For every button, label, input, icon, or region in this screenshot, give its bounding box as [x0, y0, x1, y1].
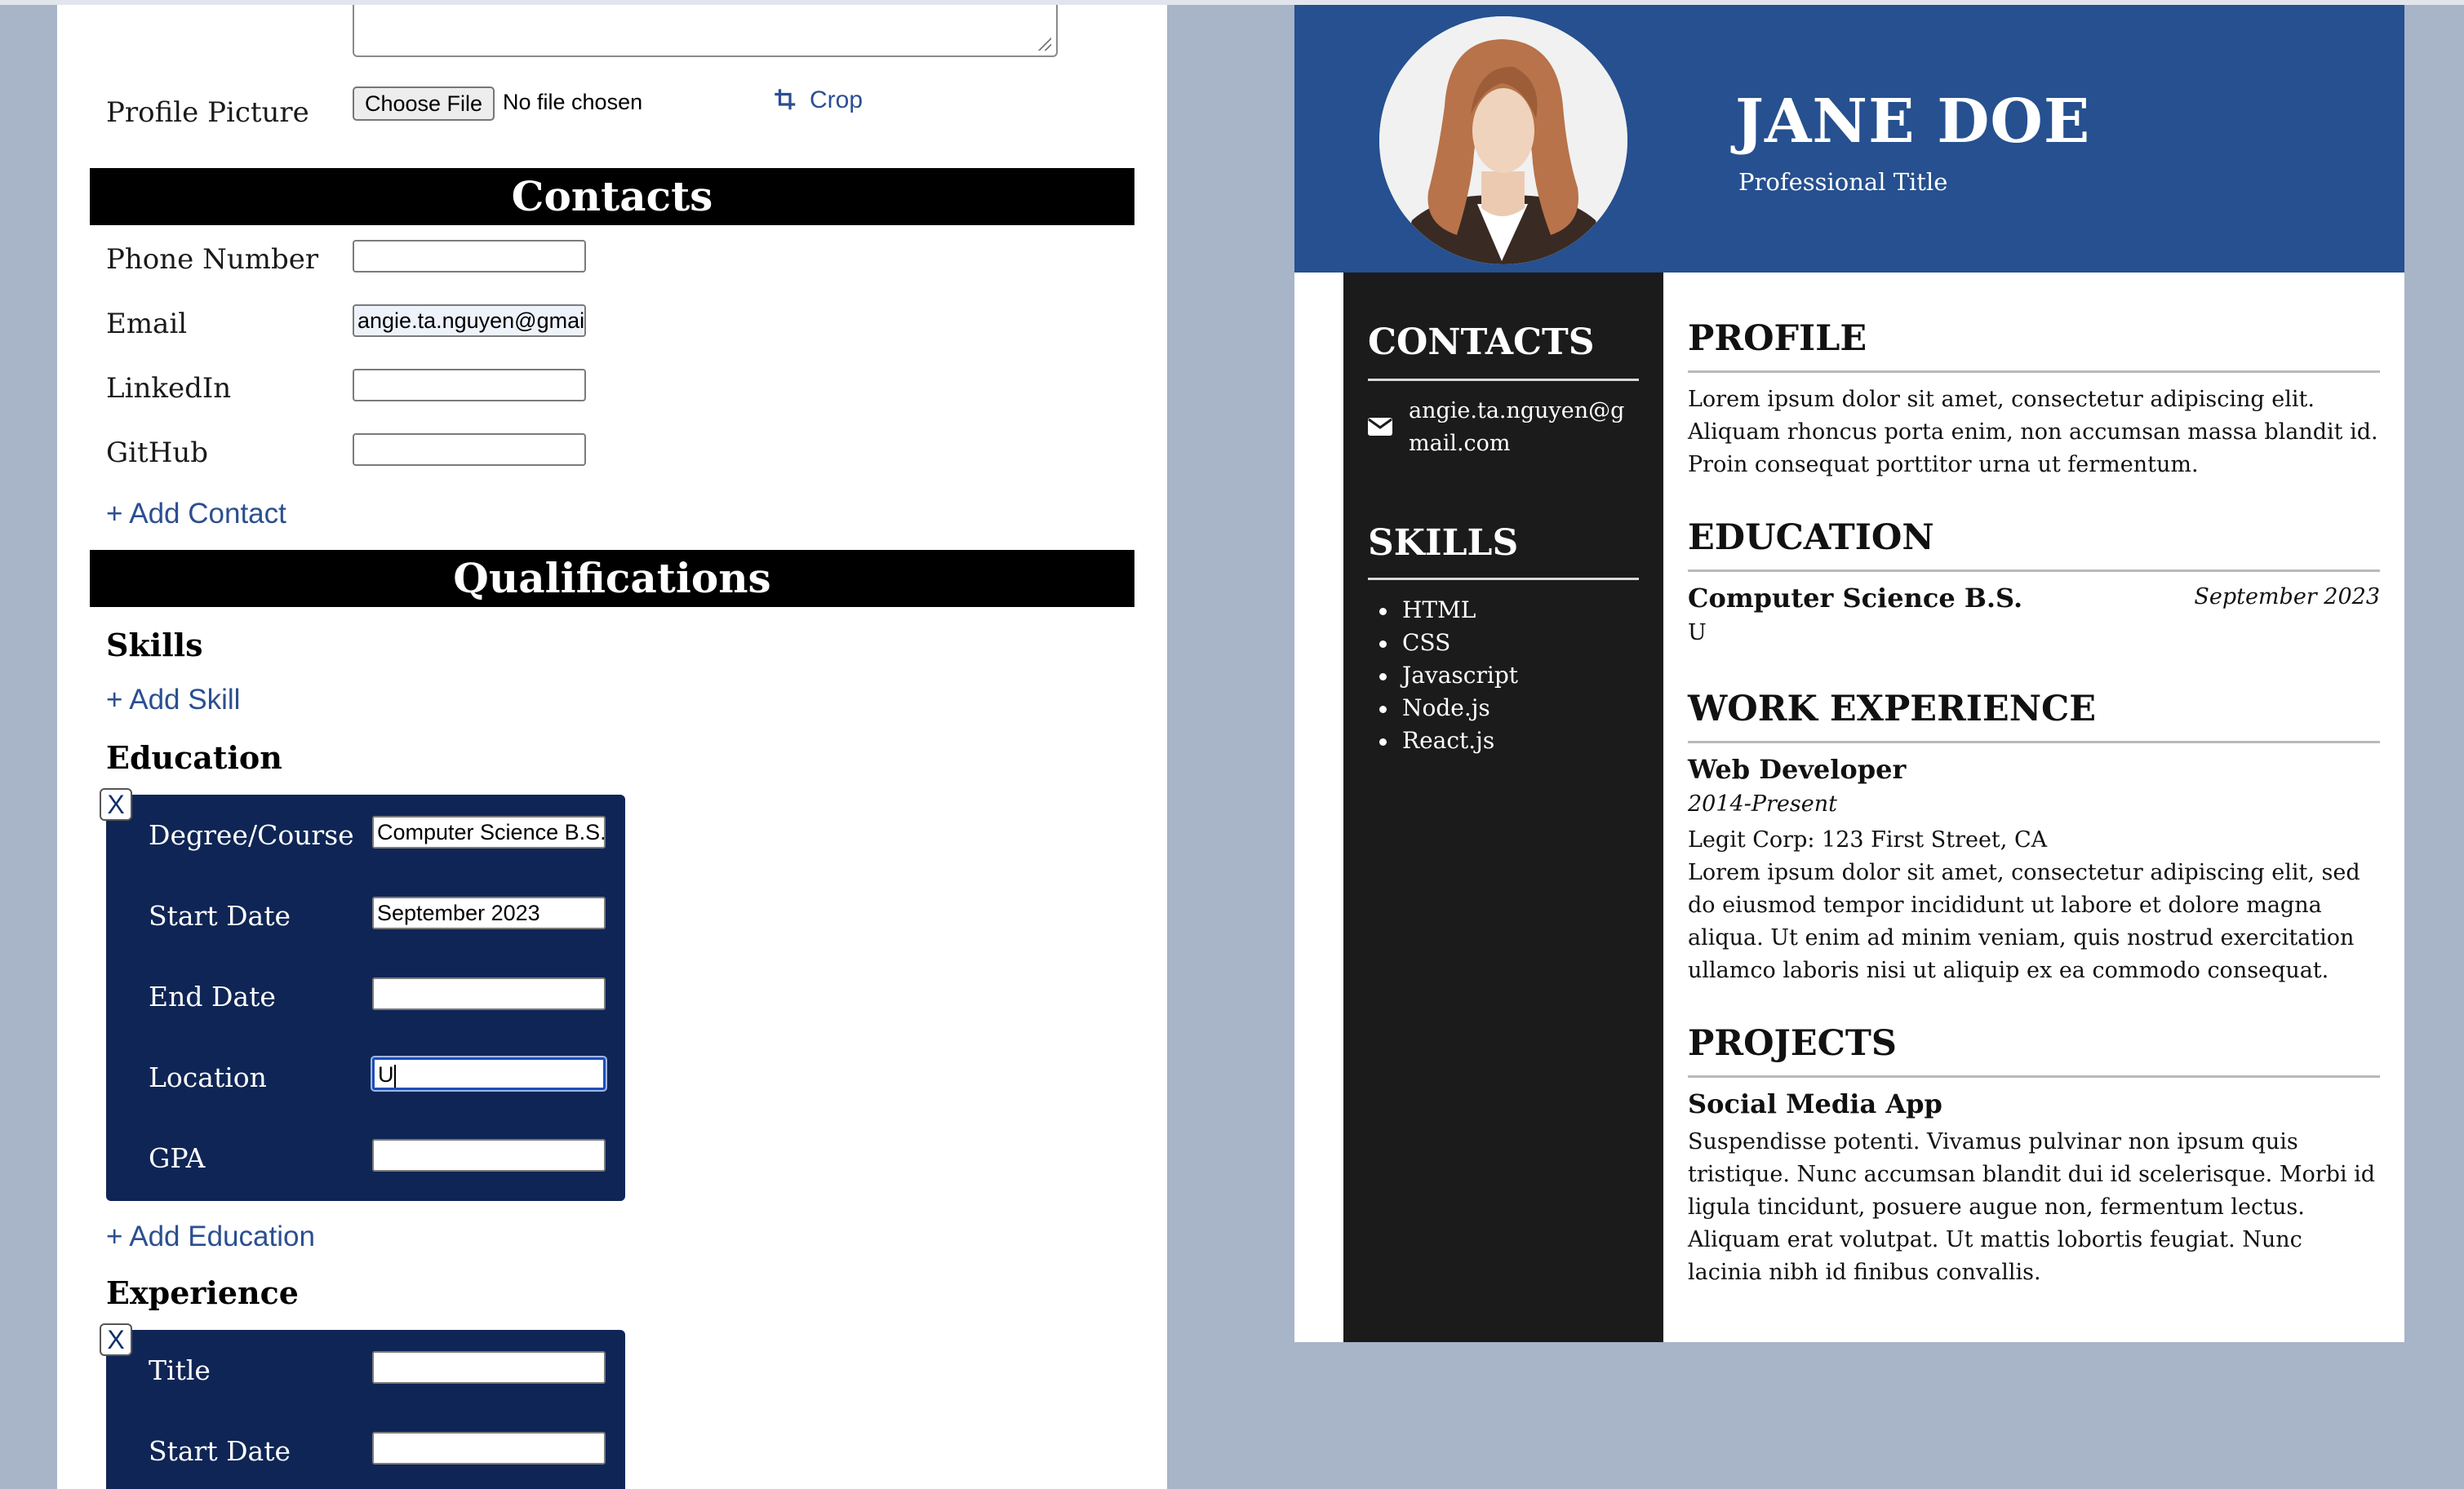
phone-number-label: Phone Number: [106, 243, 319, 276]
gpa-input[interactable]: [372, 1139, 606, 1172]
skills-heading: Skills: [106, 627, 203, 663]
envelope-icon: [1368, 418, 1392, 436]
job-title-label: Title: [149, 1354, 211, 1386]
add-contact-link[interactable]: + Add Contact: [106, 498, 286, 530]
project-name: Social Media App: [1688, 1088, 1942, 1119]
resize-handle-icon[interactable]: [1037, 36, 1051, 51]
list-item: Javascript: [1368, 659, 1518, 692]
linkedin-input[interactable]: [353, 369, 586, 401]
start-date-label: Start Date: [149, 900, 291, 932]
resume-header: JANE DOE Professional Title: [1294, 5, 2404, 273]
degree-label: Degree/Course: [149, 819, 354, 851]
contacts-section-heading: Contacts: [90, 168, 1134, 225]
experience-heading: Experience: [106, 1274, 299, 1311]
file-status-text: No file chosen: [503, 90, 643, 114]
crop-label: Crop: [810, 86, 864, 113]
summary-textarea[interactable]: [353, 5, 1058, 57]
education-entry-card: Degree/Course Computer Science B.S. Star…: [106, 795, 625, 1201]
sidebar-email: angie.ta.nguyen@gmail.com: [1409, 398, 1625, 456]
skills-list: HTML CSS Javascript Node.js React.js: [1368, 594, 1518, 757]
education-heading: Education: [106, 739, 282, 776]
divider: [1688, 569, 2380, 572]
list-item: CSS: [1368, 627, 1518, 659]
github-input[interactable]: [353, 433, 586, 466]
end-date-label: End Date: [149, 981, 276, 1013]
degree-input[interactable]: Computer Science B.S.: [372, 816, 606, 849]
profile-section-heading: PROFILE: [1688, 318, 1867, 359]
location-input-value: U: [378, 1062, 394, 1087]
profile-picture-label: Profile Picture: [106, 96, 309, 129]
sidebar-contacts-heading: CONTACTS: [1368, 321, 1595, 363]
location-input[interactable]: U: [372, 1057, 606, 1090]
experience-entry-card: Title Start Date: [106, 1330, 625, 1489]
add-education-link[interactable]: + Add Education: [106, 1221, 315, 1253]
profile-text: Lorem ipsum dolor sit amet, consectetur …: [1688, 387, 2378, 477]
email-label: Email: [106, 308, 188, 340]
gpa-label: GPA: [149, 1142, 206, 1174]
work-company: Legit Corp: 123 First Street, CA: [1688, 827, 2048, 853]
github-label: GitHub: [106, 437, 209, 469]
resume-sidebar: CONTACTS angie.ta.nguyen@gmail.com SKILL…: [1343, 273, 1663, 1342]
location-label: Location: [149, 1061, 267, 1093]
remove-experience-button[interactable]: X: [100, 1323, 132, 1356]
resume-name: JANE DOE: [1735, 86, 2091, 157]
phone-number-input[interactable]: [353, 240, 586, 273]
list-item: React.js: [1368, 725, 1518, 757]
resume-professional-title: Professional Title: [1738, 168, 1948, 196]
education-section-heading: EDUCATION: [1688, 517, 1934, 558]
experience-start-date-label: Start Date: [149, 1435, 291, 1467]
education-date: September 2023: [2194, 584, 2380, 609]
end-date-input[interactable]: [372, 977, 606, 1010]
start-date-input[interactable]: September 2023: [372, 897, 606, 929]
divider: [1688, 370, 2380, 373]
profile-avatar: [1379, 16, 1627, 264]
crop-button[interactable]: Crop: [774, 86, 863, 114]
divider: [1688, 1075, 2380, 1078]
email-input[interactable]: angie.ta.nguyen@gmail: [353, 304, 586, 337]
crop-icon: [775, 89, 796, 110]
choose-file-button[interactable]: Choose File: [353, 86, 495, 121]
project-description: Suspendisse potenti. Vivamus pulvinar no…: [1688, 1129, 2376, 1285]
list-item: HTML: [1368, 594, 1518, 627]
education-degree: Computer Science B.S.: [1688, 583, 2023, 614]
divider: [1688, 741, 2380, 743]
add-skill-link[interactable]: + Add Skill: [106, 684, 240, 716]
linkedin-label: LinkedIn: [106, 372, 232, 405]
work-job-title: Web Developer: [1688, 754, 1907, 785]
text-caret: [393, 1064, 396, 1088]
resume-preview: JANE DOE Professional Title CONTACTS ang…: [1294, 5, 2404, 1342]
work-experience-section-heading: WORK EXPERIENCE: [1688, 689, 2097, 729]
woman-portrait-icon: [1379, 16, 1627, 264]
work-description: Lorem ipsum dolor sit amet, consectetur …: [1688, 860, 2360, 983]
divider: [1368, 578, 1639, 580]
experience-start-date-input[interactable]: [372, 1432, 606, 1465]
list-item: Node.js: [1368, 692, 1518, 725]
divider: [1368, 379, 1639, 381]
resume-editor-form: Profile Picture Choose File No file chos…: [57, 5, 1167, 1489]
remove-education-button[interactable]: X: [100, 788, 132, 821]
education-location: U: [1688, 620, 1707, 645]
job-title-input[interactable]: [372, 1351, 606, 1384]
work-dates: 2014-Present: [1688, 791, 1837, 817]
qualifications-section-heading: Qualifications: [90, 550, 1134, 607]
sidebar-skills-heading: SKILLS: [1368, 522, 1519, 564]
projects-section-heading: PROJECTS: [1688, 1023, 1897, 1064]
